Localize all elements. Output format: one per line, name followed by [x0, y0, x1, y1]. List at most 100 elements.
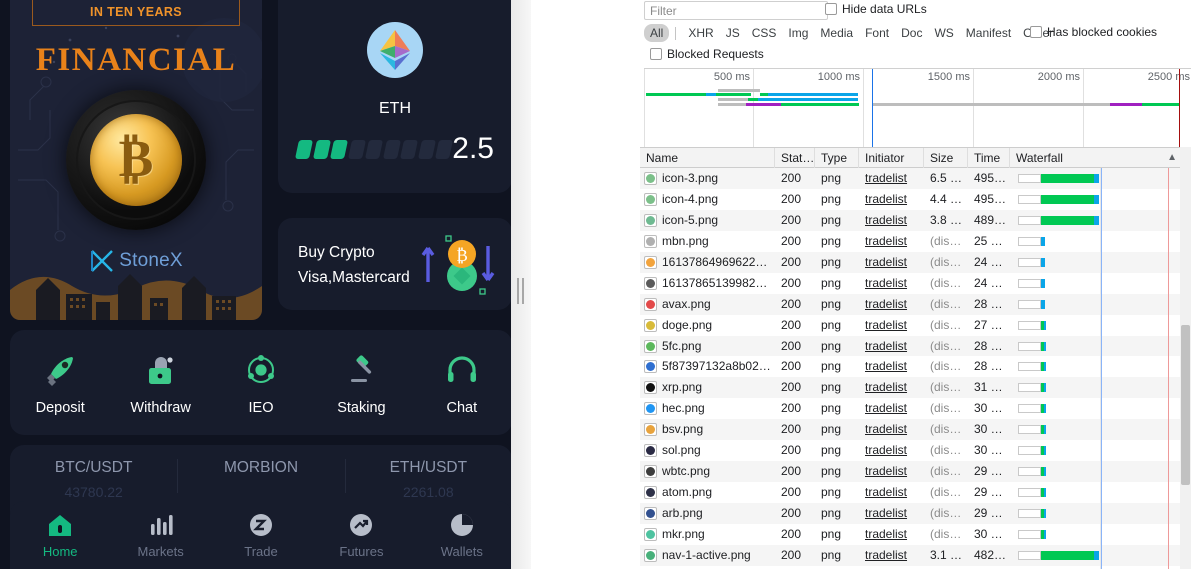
cell-initiator[interactable]: tradelist	[859, 524, 924, 545]
cell-initiator[interactable]: tradelist	[859, 273, 924, 294]
filter-input[interactable]	[644, 1, 828, 20]
table-row[interactable]: doge.png 200 png tradelist (dis… 27 …	[640, 314, 1191, 336]
table-row[interactable]: atom.png 200 png tradelist (dis… 29 …	[640, 482, 1191, 503]
initiator-link[interactable]: tradelist	[865, 297, 907, 311]
action-withdraw[interactable]: Withdraw	[110, 349, 210, 416]
table-row[interactable]: mbn.png 200 png tradelist (dis… 25 …	[640, 230, 1191, 252]
table-row[interactable]: nav-1-active.png 200 png tradelist 3.1 … 482…	[640, 544, 1191, 566]
initiator-link[interactable]: tradelist	[865, 171, 907, 185]
cell-initiator[interactable]: tradelist	[859, 336, 924, 357]
has-blocked-cookies-checkbox[interactable]: Has blocked cookies	[1030, 25, 1157, 39]
action-staking[interactable]: Staking	[311, 349, 411, 416]
table-row[interactable]: mkr.png 200 png tradelist (dis… 30 …	[640, 523, 1191, 545]
nav-item-wallets[interactable]: Wallets	[412, 511, 511, 559]
cell-initiator[interactable]: tradelist	[859, 419, 924, 440]
table-row[interactable]: icon-4.png 200 png tradelist 4.4 … 495…	[640, 188, 1191, 210]
initiator-link[interactable]: tradelist	[865, 380, 907, 394]
column-header-status[interactable]: Stat…	[775, 148, 815, 168]
type-chip-js[interactable]: JS	[720, 24, 746, 42]
column-header-size[interactable]: Size	[924, 148, 968, 168]
type-chip-doc[interactable]: Doc	[895, 24, 928, 42]
cell-initiator[interactable]: tradelist	[859, 168, 924, 189]
initiator-link[interactable]: tradelist	[865, 276, 907, 290]
table-row[interactable]: bsv.png 200 png tradelist (dis… 30 …	[640, 419, 1191, 441]
initiator-link[interactable]: tradelist	[865, 422, 907, 436]
column-header-waterfall[interactable]: Waterfall	[1010, 148, 1191, 168]
table-row[interactable]: 16137865139982… 200 png tradelist (dis… 24 …	[640, 272, 1191, 294]
initiator-link[interactable]: tradelist	[865, 548, 907, 562]
type-chip-manifest[interactable]: Manifest	[960, 24, 1017, 42]
sort-indicator[interactable]: ▲	[1167, 152, 1177, 163]
table-scrollbar[interactable]	[1180, 147, 1191, 569]
initiator-link[interactable]: tradelist	[865, 485, 907, 499]
table-row[interactable]: 5fc.png 200 png tradelist (dis… 28 …	[640, 335, 1191, 357]
table-row[interactable]: avax.png 200 png tradelist (dis… 28 …	[640, 293, 1191, 315]
cell-initiator[interactable]: tradelist	[859, 503, 924, 524]
eth-asset-card[interactable]: ETH 2.5	[278, 0, 511, 193]
type-chip-font[interactable]: Font	[859, 24, 895, 42]
nav-item-trade[interactable]: Trade	[211, 511, 311, 559]
blocked-requests-checkbox[interactable]: Blocked Requests	[650, 47, 764, 61]
type-chip-ws[interactable]: WS	[928, 24, 959, 42]
initiator-link[interactable]: tradelist	[865, 339, 907, 353]
initiator-link[interactable]: tradelist	[865, 506, 907, 520]
initiator-link[interactable]: tradelist	[865, 255, 907, 269]
hide-data-urls-checkbox[interactable]: Hide data URLs	[825, 2, 927, 16]
cell-initiator[interactable]: tradelist	[859, 461, 924, 482]
nav-item-markets[interactable]: Markets	[110, 511, 210, 559]
type-chip-css[interactable]: CSS	[746, 24, 783, 42]
type-chip-media[interactable]: Media	[814, 24, 859, 42]
table-row[interactable]: sol.png 200 png tradelist (dis… 30 …	[640, 440, 1191, 462]
initiator-link[interactable]: tradelist	[865, 527, 907, 541]
table-row[interactable]: 16137864969622… 200 png tradelist (dis… 24 …	[640, 251, 1191, 273]
cell-initiator[interactable]: tradelist	[859, 189, 924, 210]
action-ieo[interactable]: IEO	[211, 349, 311, 416]
type-chip-all[interactable]: All	[644, 24, 670, 42]
panel-resize-handle[interactable]	[511, 0, 531, 569]
cell-initiator[interactable]: tradelist	[859, 210, 924, 231]
cell-initiator[interactable]: tradelist	[859, 440, 924, 461]
network-overview-timeline[interactable]: 500 ms 1000 ms 1500 ms 2000 ms 2500 ms	[644, 68, 1191, 147]
cell-initiator[interactable]: tradelist	[859, 231, 924, 252]
nav-item-futures[interactable]: Futures	[311, 511, 411, 559]
cell-initiator[interactable]: tradelist	[859, 377, 924, 398]
initiator-link[interactable]: tradelist	[865, 443, 907, 457]
table-row[interactable]: arb.png 200 png tradelist (dis… 29 …	[640, 503, 1191, 524]
waterfall-wait-segment	[1044, 320, 1046, 330]
nav-item-home[interactable]: Home	[10, 511, 110, 559]
table-row[interactable]: icon-3.png 200 png tradelist 6.5 … 495…	[640, 168, 1191, 189]
cell-time: 30 …	[974, 401, 1003, 416]
scrollbar-thumb[interactable]	[1181, 325, 1190, 485]
column-header-time[interactable]: Time	[968, 148, 1010, 168]
table-row[interactable]: icon-5.png 200 png tradelist 3.8 … 489…	[640, 209, 1191, 231]
table-body[interactable]: icon-3.png 200 png tradelist 6.5 … 495… icon-4…	[640, 168, 1191, 569]
action-chat[interactable]: Chat	[412, 349, 511, 416]
column-header-initiator[interactable]: Initiator	[859, 148, 924, 168]
initiator-link[interactable]: tradelist	[865, 359, 907, 373]
cell-initiator[interactable]: tradelist	[859, 356, 924, 377]
column-header-type[interactable]: Type	[815, 148, 859, 168]
cell-initiator[interactable]: tradelist	[859, 294, 924, 315]
cell-initiator[interactable]: tradelist	[859, 252, 924, 273]
column-header-name[interactable]: Name	[640, 148, 775, 168]
cell-initiator[interactable]: tradelist	[859, 398, 924, 419]
initiator-link[interactable]: tradelist	[865, 318, 907, 332]
buy-crypto-card[interactable]: Buy Crypto Visa,Mastercard ₿	[278, 218, 511, 310]
cell-initiator[interactable]: tradelist	[859, 545, 924, 566]
table-row[interactable]: 5f87397132a8b02… 200 png tradelist (dis… 28 …	[640, 356, 1191, 378]
cell-initiator[interactable]: tradelist	[859, 315, 924, 336]
action-deposit[interactable]: Deposit	[10, 349, 110, 416]
initiator-link[interactable]: tradelist	[865, 213, 907, 227]
cell-initiator[interactable]: tradelist	[859, 482, 924, 503]
initiator-link[interactable]: tradelist	[865, 464, 907, 478]
initiator-link[interactable]: tradelist	[865, 192, 907, 206]
type-chip-img[interactable]: Img	[782, 24, 814, 42]
promo-banner[interactable]: 13.8 MILLION TIMES IN TEN YEARS FINANCIA…	[10, 0, 262, 320]
type-chip-xhr[interactable]: XHR	[682, 24, 719, 42]
initiator-link[interactable]: tradelist	[865, 234, 907, 248]
initiator-link[interactable]: tradelist	[865, 401, 907, 415]
table-row[interactable]: hec.png 200 png tradelist (dis… 30 …	[640, 398, 1191, 420]
table-row[interactable]: wbtc.png 200 png tradelist (dis… 29 …	[640, 461, 1191, 483]
cell-size: (dis…	[930, 443, 962, 458]
table-row[interactable]: xrp.png 200 png tradelist (dis… 31 …	[640, 377, 1191, 399]
